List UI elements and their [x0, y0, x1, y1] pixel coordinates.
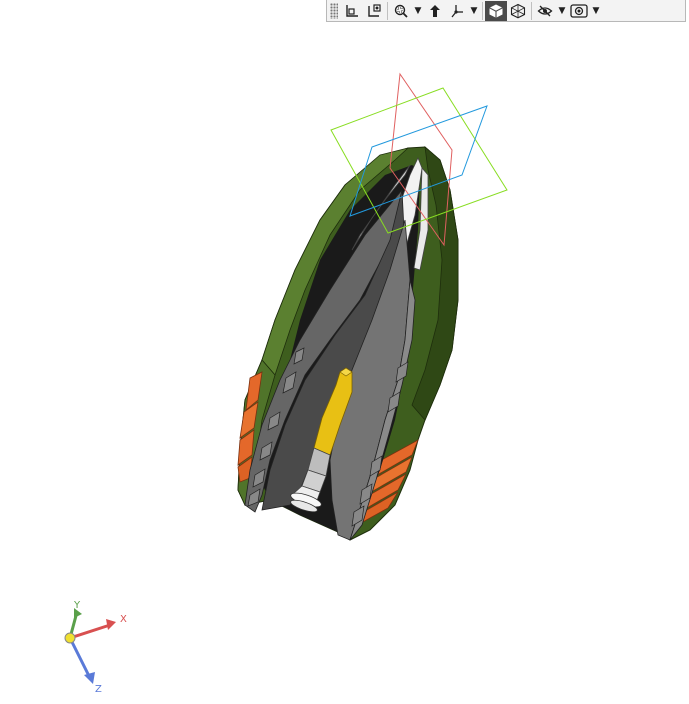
display-style-button[interactable] [568, 1, 590, 21]
view-orientation-button[interactable] [341, 1, 363, 21]
view-orientation-icon [346, 4, 358, 17]
toolbar-separator [482, 1, 483, 20]
chevron-down-icon: ▼ [558, 5, 566, 16]
shaded-button[interactable] [485, 0, 507, 21]
toolbar-separator [387, 1, 388, 20]
chevron-down-icon: ▼ [592, 5, 600, 16]
view-triad-icon [451, 4, 463, 17]
zoom-dropdown[interactable]: ▼ [412, 1, 424, 21]
display-style-dropdown[interactable]: ▼ [590, 1, 602, 21]
zoom-icon [394, 4, 408, 18]
triad-z-label: Z [95, 684, 102, 695]
display-style-icon [570, 3, 588, 18]
previous-view-icon [368, 3, 381, 17]
wireframe-icon [510, 3, 526, 18]
wireframe-button[interactable] [507, 1, 529, 21]
hide-show-icon [537, 5, 553, 16]
section-view-icon [430, 4, 440, 17]
view-toolbar: ▼ ▼ ▼ ▼ [326, 0, 686, 22]
coordinate-triad: Y X Z [64, 600, 127, 695]
hide-show-button[interactable] [534, 1, 556, 21]
triad-x-label: X [120, 614, 127, 625]
triad-y-label: Y [73, 600, 81, 611]
previous-view-button[interactable] [363, 1, 385, 21]
toolbar-grip[interactable] [330, 2, 338, 19]
zoom-button[interactable] [390, 1, 412, 21]
shaded-icon [489, 4, 503, 18]
hide-show-dropdown[interactable]: ▼ [556, 1, 568, 21]
view-triad-dropdown[interactable]: ▼ [468, 1, 480, 21]
toolbar-separator [531, 1, 532, 20]
section-view-button[interactable] [424, 1, 446, 21]
chevron-down-icon: ▼ [470, 5, 478, 16]
view-triad-button[interactable] [446, 1, 468, 21]
chevron-down-icon: ▼ [414, 5, 422, 16]
